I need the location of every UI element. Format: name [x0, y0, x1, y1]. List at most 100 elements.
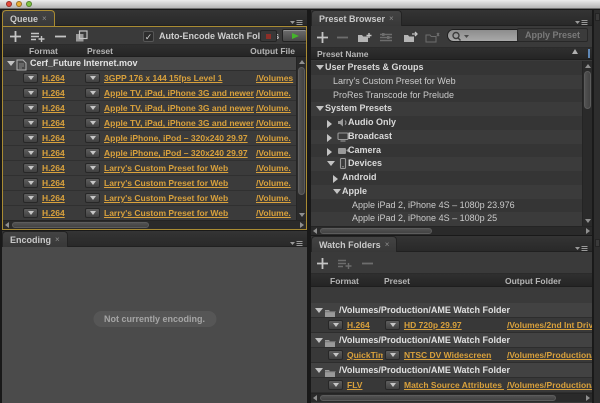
remove-button[interactable]	[54, 30, 67, 43]
preset-link[interactable]: HD 720p 29.97	[404, 320, 504, 330]
remove-watch-folder-button[interactable]	[361, 257, 374, 270]
format-link[interactable]: H.264	[42, 208, 82, 218]
preset-dropdown[interactable]	[85, 178, 100, 188]
format-link[interactable]: H.264	[42, 118, 82, 128]
output-file-link[interactable]: /Volume.	[256, 208, 296, 218]
output-file-link[interactable]: /Volume.	[256, 133, 296, 143]
preset-link[interactable]: NTSC DV Widescreen	[404, 350, 504, 360]
close-tab-icon[interactable]: ×	[389, 14, 394, 23]
preset-tree-item[interactable]: Devices	[311, 157, 582, 171]
output-folder-link[interactable]: /Volumes/2nd Int Drive/	[507, 320, 592, 330]
tab-encoding[interactable]: Encoding ×	[2, 231, 68, 247]
import-preset-icon[interactable]	[403, 31, 416, 44]
close-window-button[interactable]	[6, 1, 12, 7]
preset-dropdown[interactable]	[385, 380, 400, 390]
tab-watch-folders[interactable]: Watch Folders ×	[311, 236, 397, 252]
column-preset-name[interactable]: Preset Name	[317, 49, 369, 59]
start-queue-button[interactable]	[282, 29, 307, 42]
preset-link[interactable]: Apple iPhone, iPod – 320x240 29.97	[104, 148, 254, 158]
output-folder-link[interactable]: /Volumes/Production/AM	[507, 380, 592, 390]
format-link[interactable]: H.264	[42, 178, 82, 188]
apply-preset-button[interactable]: Apply Preset	[517, 28, 588, 42]
preset-link[interactable]: 3GPP 176 x 144 15fps Level 1	[104, 73, 254, 83]
format-dropdown[interactable]	[23, 73, 38, 83]
preset-dropdown[interactable]	[85, 118, 100, 128]
preset-tree-item[interactable]: Apple iPad 2, iPhone 4S – 1080p 23.976	[311, 199, 582, 213]
preset-tree-item[interactable]: Camera	[311, 144, 582, 158]
auto-encode-checkbox[interactable]: ✓	[143, 31, 154, 42]
queue-source-row[interactable]: Cerf_Future Internet.mov	[3, 57, 296, 71]
preset-dropdown[interactable]	[85, 148, 100, 158]
expand-triangle-icon[interactable]	[327, 120, 332, 128]
format-dropdown[interactable]	[23, 103, 38, 113]
queue-vertical-scrollbar[interactable]	[296, 57, 306, 220]
preset-tree-item[interactable]: ProRes Transcode for Prelude	[311, 89, 582, 103]
close-tab-icon[interactable]: ×	[42, 14, 47, 23]
format-dropdown[interactable]	[328, 350, 343, 360]
format-link[interactable]: FLV	[347, 380, 383, 390]
format-dropdown[interactable]	[328, 380, 343, 390]
output-file-link[interactable]: /Volume.	[256, 148, 296, 158]
queue-horizontal-scrollbar[interactable]	[3, 220, 306, 229]
expand-triangle-icon[interactable]	[327, 134, 332, 142]
output-file-link[interactable]: /Volume.	[256, 193, 296, 203]
collapse-triangle-icon[interactable]	[316, 65, 324, 70]
format-link[interactable]: H.264	[42, 88, 82, 98]
column-format[interactable]: Format	[330, 276, 359, 286]
preset-vertical-scrollbar[interactable]	[582, 61, 592, 226]
format-link[interactable]: H.264	[42, 163, 82, 173]
format-dropdown[interactable]	[23, 148, 38, 158]
preset-link[interactable]: Apple TV, iPad, iPhone 3G and newer – 48…	[104, 118, 254, 128]
scrollbar-thumb[interactable]	[320, 228, 432, 234]
tab-queue[interactable]: Queue ×	[2, 10, 55, 26]
close-tab-icon[interactable]: ×	[55, 235, 60, 244]
watch-folder-group-row[interactable]: /Volumes/Production/AME Watch Folder	[311, 333, 592, 348]
preset-dropdown[interactable]	[85, 208, 100, 218]
watch-folders-horizontal-scrollbar[interactable]	[311, 393, 592, 402]
zoom-window-button[interactable]	[26, 1, 32, 7]
close-tab-icon[interactable]: ×	[385, 240, 390, 249]
output-file-link[interactable]: /Volume.	[256, 178, 296, 188]
column-output-file[interactable]: Output File	[241, 46, 295, 56]
format-dropdown[interactable]	[23, 88, 38, 98]
format-dropdown[interactable]	[23, 163, 38, 173]
preset-dropdown[interactable]	[85, 88, 100, 98]
preset-link[interactable]: Apple iPhone, iPod – 320x240 29.97	[104, 133, 254, 143]
preset-tree-item[interactable]: Broadcast	[311, 130, 582, 144]
sort-ascending-icon[interactable]	[572, 49, 578, 54]
format-link[interactable]: H.264	[42, 133, 82, 143]
add-source-button[interactable]	[9, 30, 22, 43]
collapse-triangle-icon[interactable]	[315, 368, 323, 373]
format-link[interactable]: QuickTime	[347, 350, 383, 360]
collapse-triangle-icon[interactable]	[315, 308, 323, 313]
collapse-triangle-icon[interactable]	[316, 106, 324, 111]
preset-horizontal-scrollbar[interactable]	[311, 226, 592, 235]
stop-queue-button[interactable]	[260, 30, 277, 42]
preset-link[interactable]: Larry's Custom Preset for Web	[104, 208, 254, 218]
expand-triangle-icon[interactable]	[333, 175, 338, 183]
format-link[interactable]: H.264	[42, 148, 82, 158]
format-dropdown[interactable]	[23, 208, 38, 218]
duplicate-button[interactable]	[75, 30, 88, 43]
add-output-button[interactable]	[30, 30, 43, 43]
preset-dropdown[interactable]	[85, 163, 100, 173]
format-dropdown[interactable]	[23, 178, 38, 188]
collapse-triangle-icon[interactable]	[7, 61, 15, 66]
new-preset-group-icon[interactable]	[357, 31, 370, 44]
output-file-link[interactable]: /Volumes	[256, 73, 296, 83]
format-dropdown[interactable]	[23, 193, 38, 203]
preset-tree-item[interactable]: Audio Only	[311, 116, 582, 130]
format-link[interactable]: H.264	[347, 320, 383, 330]
delete-preset-button[interactable]	[336, 31, 349, 44]
window-titlebar[interactable]	[0, 0, 600, 9]
column-preset[interactable]: Preset	[384, 276, 410, 286]
column-output-folder[interactable]: Output Folder	[505, 276, 561, 286]
preset-link[interactable]: Apple TV, iPad, iPhone 3G and newer – 48…	[104, 103, 254, 113]
preset-tree-item[interactable]: Apple iPad 2, iPhone 4S – 1080p 25	[311, 212, 582, 226]
minimize-window-button[interactable]	[16, 1, 22, 7]
preset-dropdown[interactable]	[385, 320, 400, 330]
column-preset[interactable]: Preset	[87, 46, 113, 56]
format-dropdown[interactable]	[23, 133, 38, 143]
output-file-link[interactable]: /Volume.	[256, 163, 296, 173]
preset-tree-item[interactable]: System Presets	[311, 102, 582, 116]
